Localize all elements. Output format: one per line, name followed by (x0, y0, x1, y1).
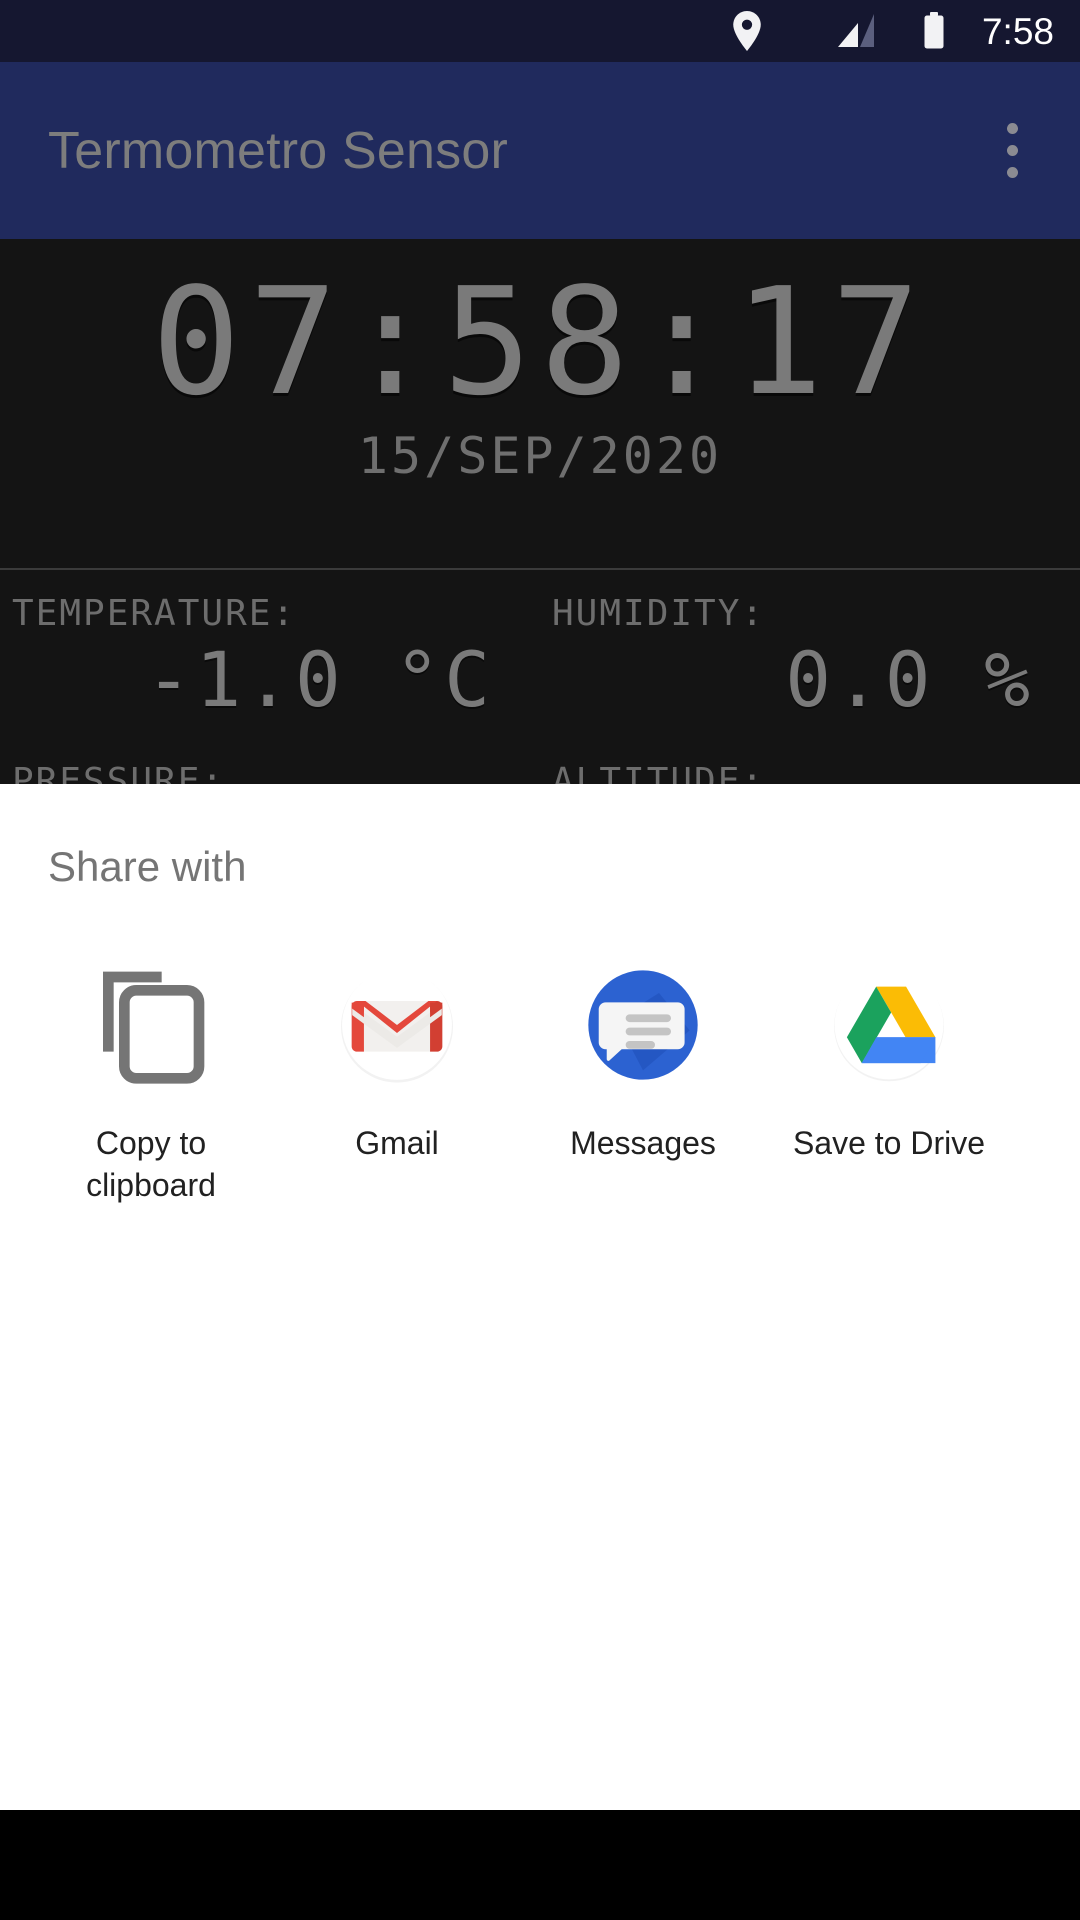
reading-column-right: HUMIDITY: 0.0 % ALTITUDE: (540, 570, 1080, 785)
humidity-label: HUMIDITY: (552, 593, 766, 634)
share-target-label: Copy to clipboard (86, 1125, 216, 1204)
navigation-bar (0, 1810, 1080, 1920)
page-title: Termometro Sensor (48, 121, 508, 180)
overflow-dot (1006, 167, 1018, 178)
google-drive-icon (814, 950, 964, 1100)
share-target-copy-to-clipboard[interactable]: Copy to clipboard (28, 950, 274, 1206)
sensor-readings: TEMPERATURE: -1.0 °C PRESSURE: HUMIDITY:… (0, 570, 1080, 784)
phone-screen: 7:58 Termometro Sensor 07:58:17 15/SEP/2… (0, 0, 1080, 1920)
overflow-menu-icon[interactable] (976, 103, 1048, 199)
status-bar: 7:58 (0, 0, 1080, 62)
overflow-dot (1006, 123, 1018, 134)
altitude-label: ALTITUDE: (552, 761, 766, 785)
lcd-display-panel: 07:58:17 15/SEP/2020 TEMPERATURE: -1.0 °… (0, 239, 1080, 784)
messages-icon (568, 950, 718, 1100)
status-bar-icons: 7:58 (710, 11, 1054, 51)
location-pin-icon (710, 11, 784, 51)
share-target-gmail[interactable]: Gmail (274, 950, 520, 1206)
overflow-dot (1006, 145, 1018, 156)
gmail-icon (322, 950, 472, 1100)
share-target-messages[interactable]: Messages (520, 950, 766, 1206)
battery-icon (904, 12, 964, 50)
app-bar: Termometro Sensor (0, 62, 1080, 239)
signal-bars-icon (814, 13, 898, 49)
share-target-label: Gmail (355, 1125, 439, 1161)
share-target-label: Save to Drive (792, 1125, 986, 1161)
share-sheet: Share with Copy to clipboard Gmail Messa… (0, 784, 1080, 1810)
share-target-grid: Copy to clipboard Gmail Messages Save to… (0, 888, 1080, 1206)
temperature-label: TEMPERATURE: (12, 593, 297, 634)
lcd-date: 15/SEP/2020 (357, 426, 723, 485)
status-bar-clock: 7:58 (981, 10, 1054, 52)
humidity-value: 0.0 % (785, 635, 1034, 724)
share-target-save-to-drive[interactable]: Save to Drive (766, 950, 1012, 1206)
pressure-label: PRESSURE: (12, 761, 226, 785)
temperature-value: -1.0 °C (145, 635, 494, 724)
lcd-clock: 07:58:17 (151, 256, 929, 428)
reading-column-left: TEMPERATURE: -1.0 °C PRESSURE: (0, 570, 540, 785)
share-sheet-title: Share with (48, 843, 247, 890)
share-target-label: Messages (570, 1125, 716, 1161)
copy-to-clipboard-icon (76, 950, 226, 1100)
